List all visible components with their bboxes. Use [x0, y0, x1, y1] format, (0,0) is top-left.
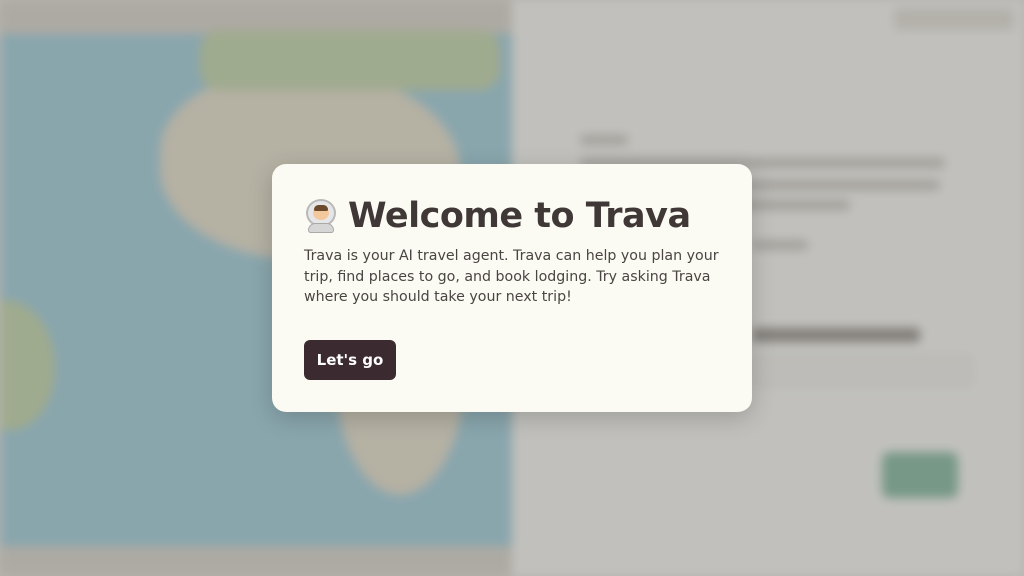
- lets-go-button[interactable]: Let's go: [304, 340, 396, 380]
- welcome-dialog: Welcome to Trava Trava is your AI travel…: [272, 164, 752, 412]
- dialog-title-row: Welcome to Trava: [304, 196, 720, 236]
- astronaut-icon: [304, 199, 338, 233]
- dialog-title: Welcome to Trava: [348, 196, 691, 236]
- dialog-description: Trava is your AI travel agent. Trava can…: [304, 248, 719, 305]
